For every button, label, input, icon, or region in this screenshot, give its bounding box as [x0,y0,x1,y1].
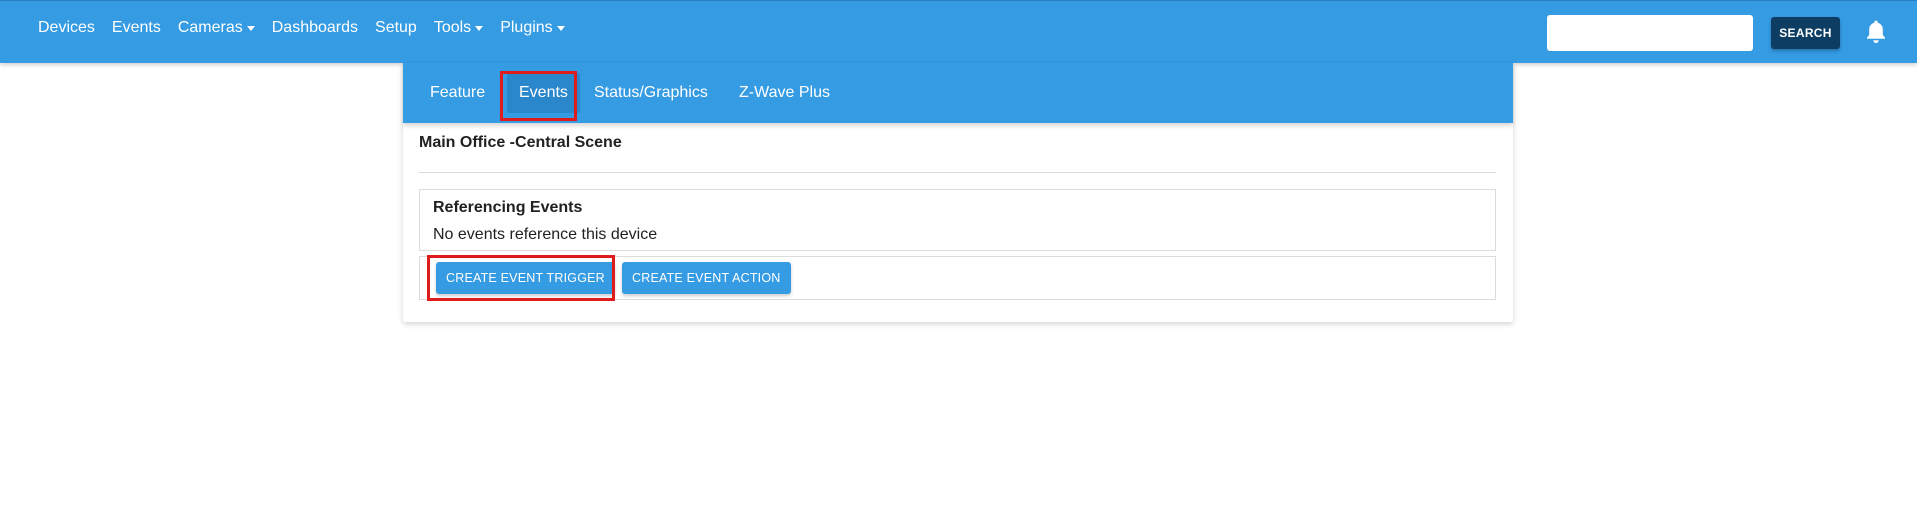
device-card: Feature Events Status/Graphics Z-Wave Pl… [403,63,1513,322]
top-navbar: Devices Events Cameras Dashboards Setup … [0,0,1917,63]
event-actions-panel: CREATE EVENT TRIGGER CREATE EVENT ACTION [419,256,1496,300]
tab-feature[interactable]: Feature [430,63,485,123]
create-event-action-button[interactable]: CREATE EVENT ACTION [622,262,791,294]
tab-zwave-plus[interactable]: Z-Wave Plus [739,63,830,123]
tab-events-label: Events [519,84,568,101]
create-event-trigger-button[interactable]: CREATE EVENT TRIGGER [436,262,615,294]
caret-down-icon [475,26,484,31]
main-menu: Devices Events Cameras Dashboards Setup … [38,19,582,37]
nav-plugins-label: Plugins [500,19,553,36]
nav-setup[interactable]: Setup [375,19,417,37]
search-input[interactable] [1547,15,1753,51]
tab-zwave-plus-label: Z-Wave Plus [739,84,830,101]
nav-tools-label: Tools [433,19,472,36]
referencing-events-heading: Referencing Events [433,199,583,216]
tab-status-graphics[interactable]: Status/Graphics [594,63,708,123]
search-button[interactable]: SEARCH [1771,17,1840,49]
device-title: Main Office -Central Scene [419,134,622,151]
caret-down-icon [246,26,255,31]
divider [419,172,1496,173]
referencing-events-panel: Referencing Events No events reference t… [419,189,1496,251]
tab-status-graphics-label: Status/Graphics [594,84,708,101]
tab-feature-label: Feature [430,84,486,101]
bell-icon[interactable] [1864,19,1888,45]
nav-tools[interactable]: Tools [433,19,484,37]
nav-cameras[interactable]: Cameras [178,19,255,37]
caret-down-icon [556,26,565,31]
nav-dashboards-label: Dashboards [271,19,359,36]
nav-cameras-label: Cameras [177,19,243,36]
nav-setup-label: Setup [375,19,417,36]
nav-devices-label: Devices [38,19,95,36]
nav-events[interactable]: Events [112,19,161,37]
nav-devices[interactable]: Devices [38,19,95,37]
nav-dashboards[interactable]: Dashboards [272,19,358,37]
nav-plugins[interactable]: Plugins [500,19,565,37]
device-tabs: Feature Events Status/Graphics Z-Wave Pl… [403,63,1513,123]
referencing-events-message: No events reference this device [433,226,658,243]
nav-events-label: Events [111,19,161,36]
tab-events[interactable]: Events [507,73,580,113]
